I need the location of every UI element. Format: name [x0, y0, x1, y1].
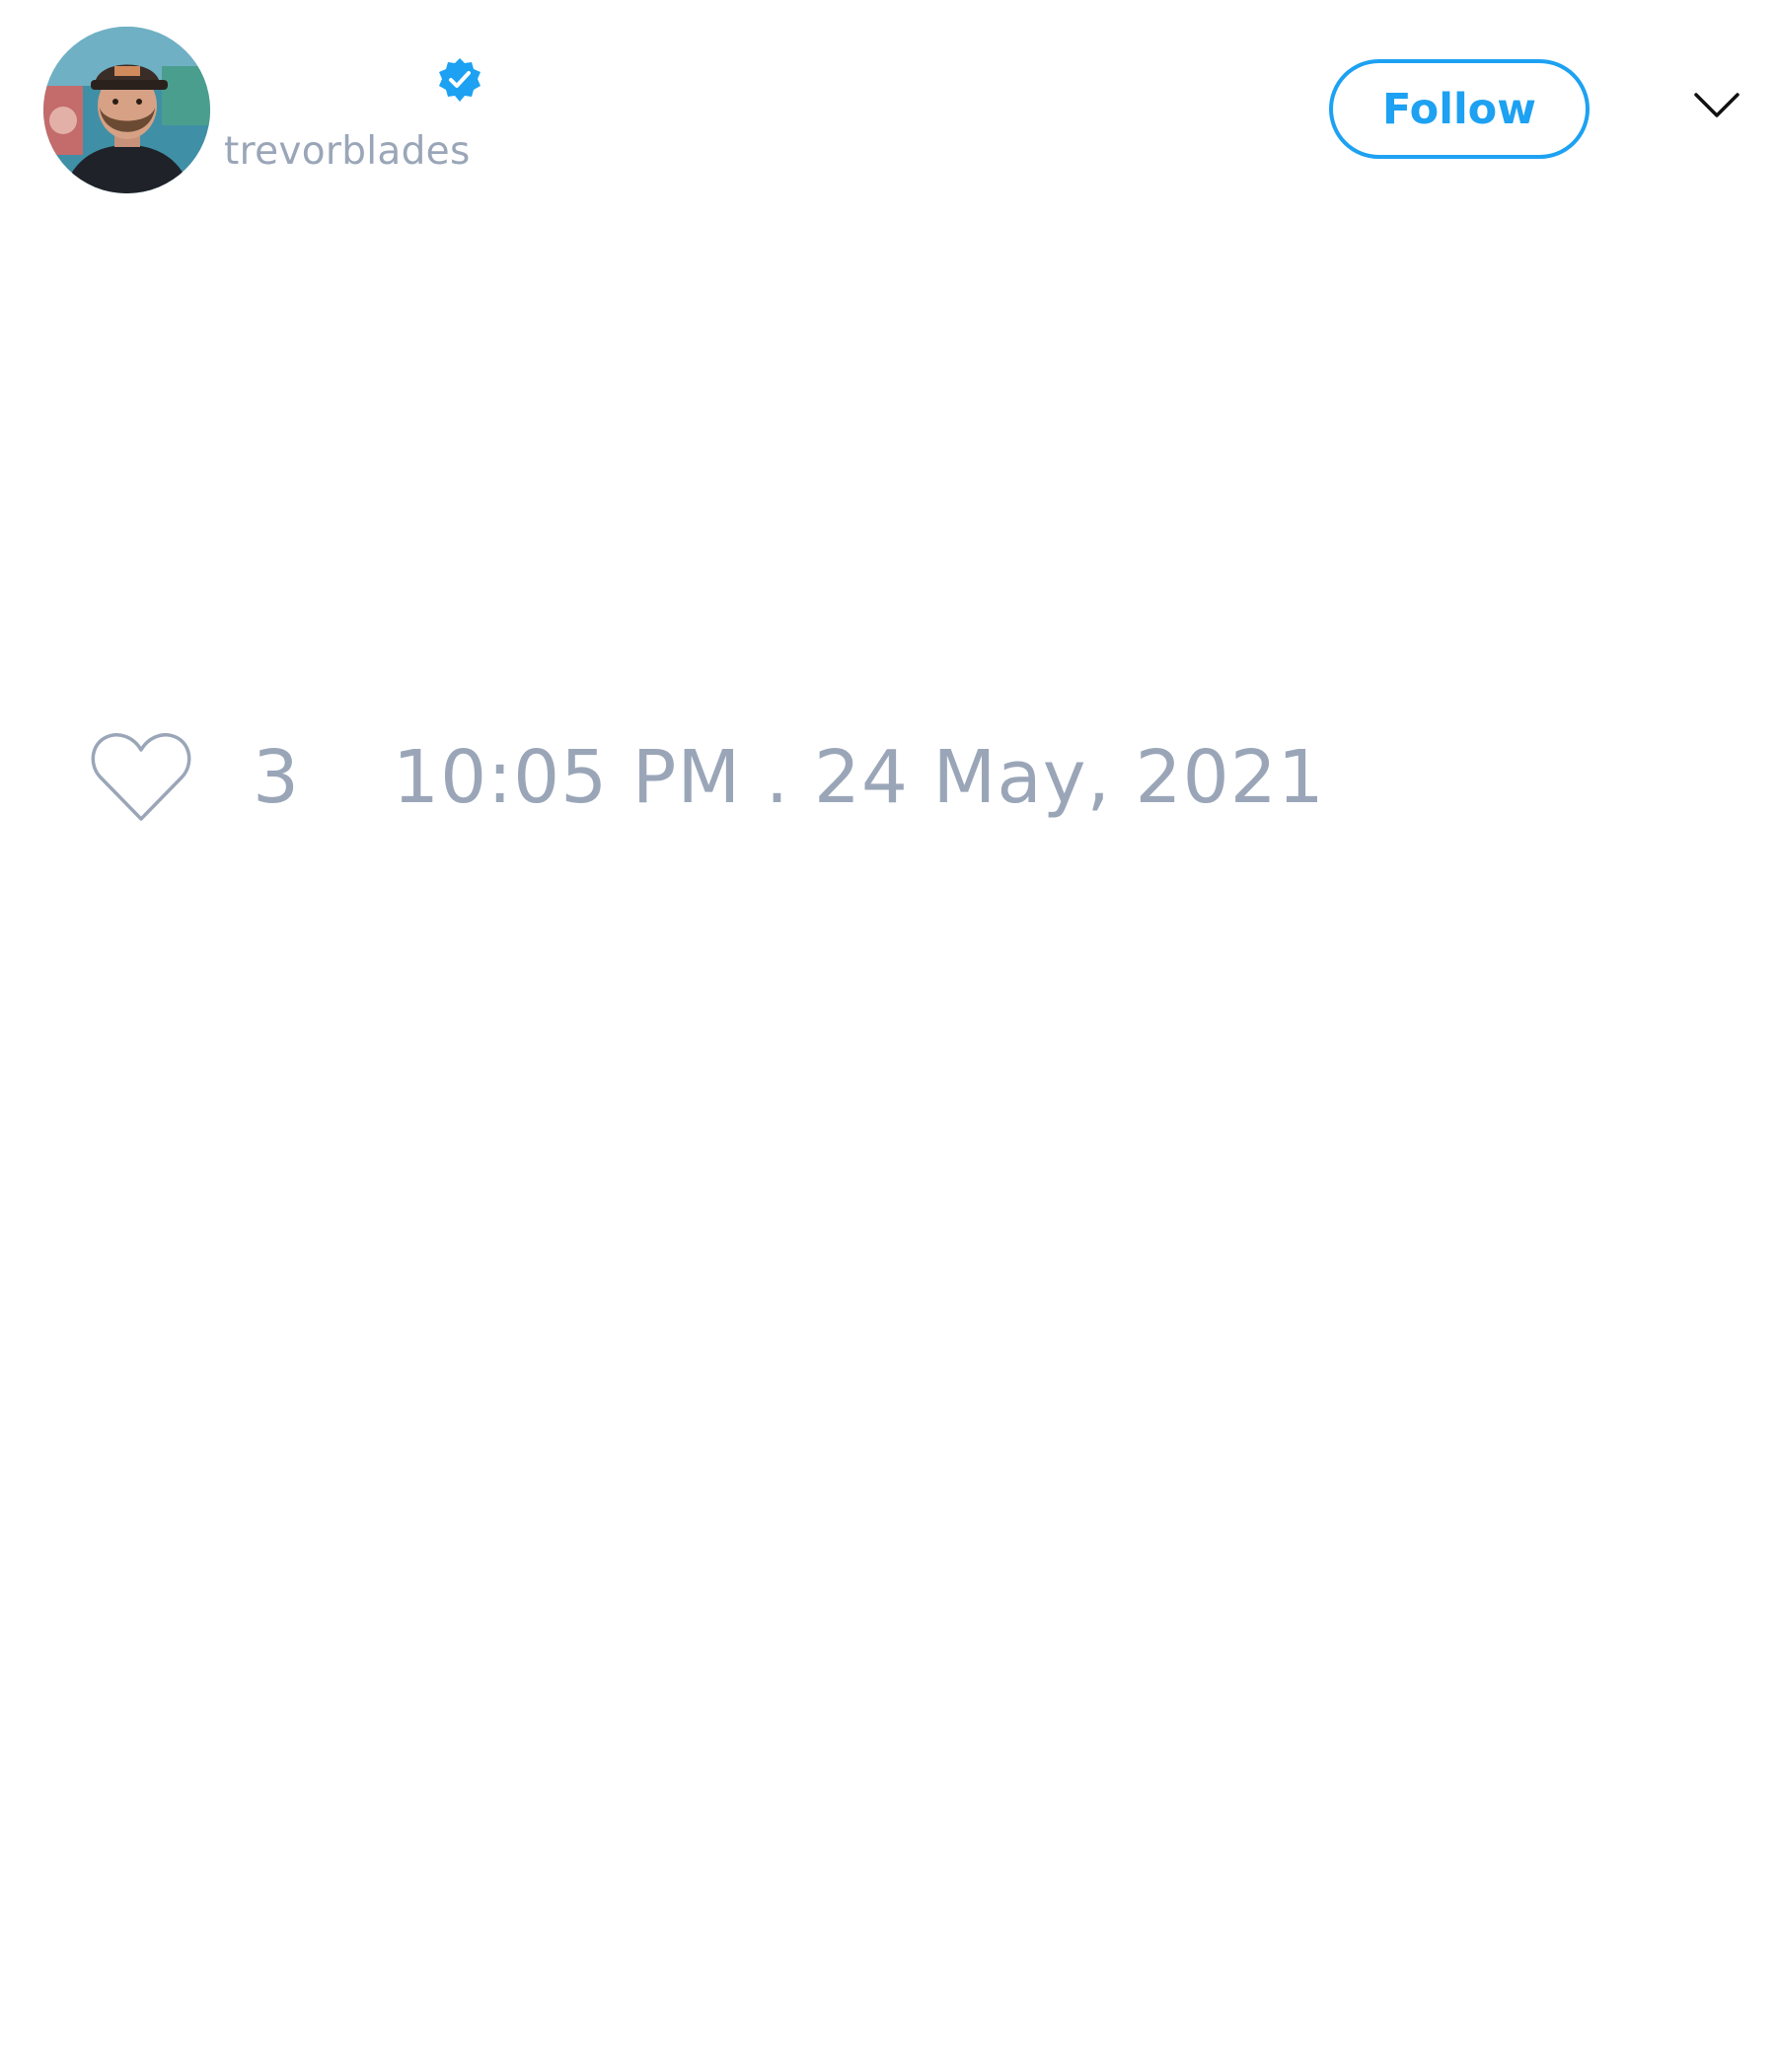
avatar[interactable] — [43, 27, 210, 193]
chevron-down-icon[interactable] — [1693, 91, 1740, 120]
username[interactable]: trevorblades — [224, 126, 471, 178]
profile-photo-icon — [43, 27, 210, 193]
heart-icon[interactable] — [89, 730, 193, 825]
tweet-card: trevorblades Follow 3 10:05 PM . 24 May,… — [0, 0, 1776, 2072]
follow-button[interactable]: Follow — [1329, 59, 1590, 159]
timestamp[interactable]: 10:05 PM . 24 May, 2021 — [393, 734, 1325, 821]
like-count: 3 — [253, 735, 300, 820]
verified-badge-icon — [436, 56, 483, 104]
